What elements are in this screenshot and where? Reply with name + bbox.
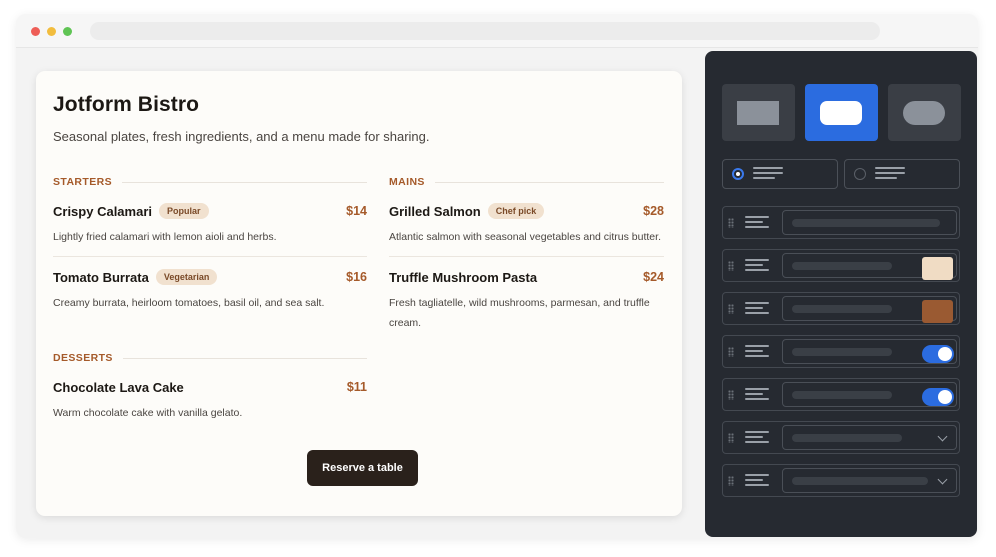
menu-item: Crispy Calamari Popular $14 Lightly frie… (53, 201, 367, 247)
menu-item: Truffle Mushroom Pasta $24 Fresh tagliat… (389, 267, 664, 333)
text-input[interactable] (782, 210, 957, 235)
item-name: Chocolate Lava Cake (53, 379, 184, 395)
rounded-shape-icon (820, 101, 862, 125)
item-name: Grilled Salmon (389, 203, 481, 219)
color-input[interactable] (782, 253, 957, 280)
item-badge: Chef pick (487, 203, 545, 219)
close-window-button[interactable] (31, 27, 40, 36)
menu-item: Grilled Salmon Chef pick $28 Atlantic sa… (389, 201, 664, 247)
drag-handle-icon[interactable] (728, 218, 734, 228)
toggle-switch[interactable] (922, 388, 954, 406)
settings-panel (705, 51, 977, 537)
dropdown-select[interactable] (782, 468, 957, 493)
item-price: $24 (643, 270, 664, 284)
section-divider (122, 357, 367, 359)
text-lines-icon (745, 431, 769, 446)
rectangle-shape-icon (737, 101, 779, 125)
item-badge: Vegetarian (155, 269, 218, 285)
address-bar[interactable] (90, 22, 880, 40)
section-label: DESSERTS (53, 352, 113, 364)
drag-handle-icon[interactable] (728, 304, 734, 314)
text-lines-icon (753, 167, 783, 182)
item-price: $16 (346, 270, 367, 284)
minimize-window-button[interactable] (47, 27, 56, 36)
section-mains: MAINS (389, 175, 664, 189)
drag-handle-icon[interactable] (728, 476, 734, 486)
radio-option-2[interactable] (844, 159, 960, 189)
text-lines-icon (745, 388, 769, 403)
item-description: Creamy burrata, heirloom tomatoes, basil… (53, 297, 325, 309)
drag-handle-icon[interactable] (728, 347, 734, 357)
field-row-color (722, 249, 960, 282)
shape-option-rounded[interactable] (805, 84, 878, 141)
toggle-setting (782, 339, 957, 364)
toggle-setting (782, 382, 957, 407)
toggle-switch[interactable] (922, 345, 954, 363)
item-price: $11 (346, 380, 367, 394)
radio-selected-icon[interactable] (732, 168, 744, 180)
item-description-line: Fresh tagliatelle, wild mushrooms, parme… (389, 297, 650, 309)
item-name: Tomato Burrata (53, 269, 149, 285)
drag-handle-icon[interactable] (728, 261, 734, 271)
item-description: Atlantic salmon with seasonal vegetables… (389, 231, 661, 243)
section-divider (434, 181, 664, 183)
menu-title: Jotform Bistro (53, 93, 200, 116)
section-label: STARTERS (53, 176, 113, 188)
pill-shape-icon (903, 101, 945, 125)
maximize-window-button[interactable] (63, 27, 72, 36)
menu-item: Chocolate Lava Cake $11 Warm chocolate c… (53, 377, 367, 423)
color-swatch-brown[interactable] (922, 300, 953, 323)
item-description: Fresh tagliatelle, wild mushrooms, parme… (389, 293, 664, 333)
field-row-dropdown (722, 421, 960, 454)
item-badge: Popular (159, 203, 209, 219)
radio-unselected-icon[interactable] (854, 168, 866, 180)
text-lines-icon (745, 474, 769, 489)
dropdown-select[interactable] (782, 425, 957, 450)
item-name: Crispy Calamari (53, 203, 152, 219)
drag-handle-icon[interactable] (728, 433, 734, 443)
field-row-toggle (722, 378, 960, 411)
item-name: Truffle Mushroom Pasta (389, 269, 538, 285)
shape-option-pill[interactable] (888, 84, 961, 141)
drag-handle-icon[interactable] (728, 390, 734, 400)
item-divider (389, 256, 664, 257)
menu-card: Jotform Bistro Seasonal plates, fresh in… (36, 71, 682, 516)
title-bar (16, 14, 978, 48)
section-starters: STARTERS (53, 175, 367, 189)
chevron-down-icon (937, 431, 948, 442)
item-description: Warm chocolate cake with vanilla gelato. (53, 407, 243, 419)
menu-item: Tomato Burrata Vegetarian $16 Creamy bur… (53, 267, 367, 313)
reserve-table-button[interactable]: Reserve a table (307, 450, 418, 486)
color-input[interactable] (782, 296, 957, 323)
text-lines-icon (875, 167, 905, 182)
item-divider (53, 256, 367, 257)
radio-option-1[interactable] (722, 159, 838, 189)
chevron-down-icon (937, 474, 948, 485)
section-label: MAINS (389, 176, 425, 188)
text-lines-icon (745, 302, 769, 317)
text-lines-icon (745, 259, 769, 274)
item-price: $28 (643, 204, 664, 218)
field-row-text (722, 206, 960, 239)
color-swatch-cream[interactable] (922, 257, 953, 280)
item-description-line: cream. (389, 317, 422, 329)
section-divider (122, 181, 367, 183)
field-row-toggle (722, 335, 960, 368)
field-row-color (722, 292, 960, 325)
text-lines-icon (745, 345, 769, 360)
item-price: $14 (346, 204, 367, 218)
shape-option-rectangle[interactable] (722, 84, 795, 141)
field-row-dropdown (722, 464, 960, 497)
section-desserts: DESSERTS (53, 351, 367, 365)
item-description: Lightly fried calamari with lemon aioli … (53, 231, 277, 243)
menu-subtitle: Seasonal plates, fresh ingredients, and … (53, 129, 430, 144)
text-lines-icon (745, 216, 769, 231)
